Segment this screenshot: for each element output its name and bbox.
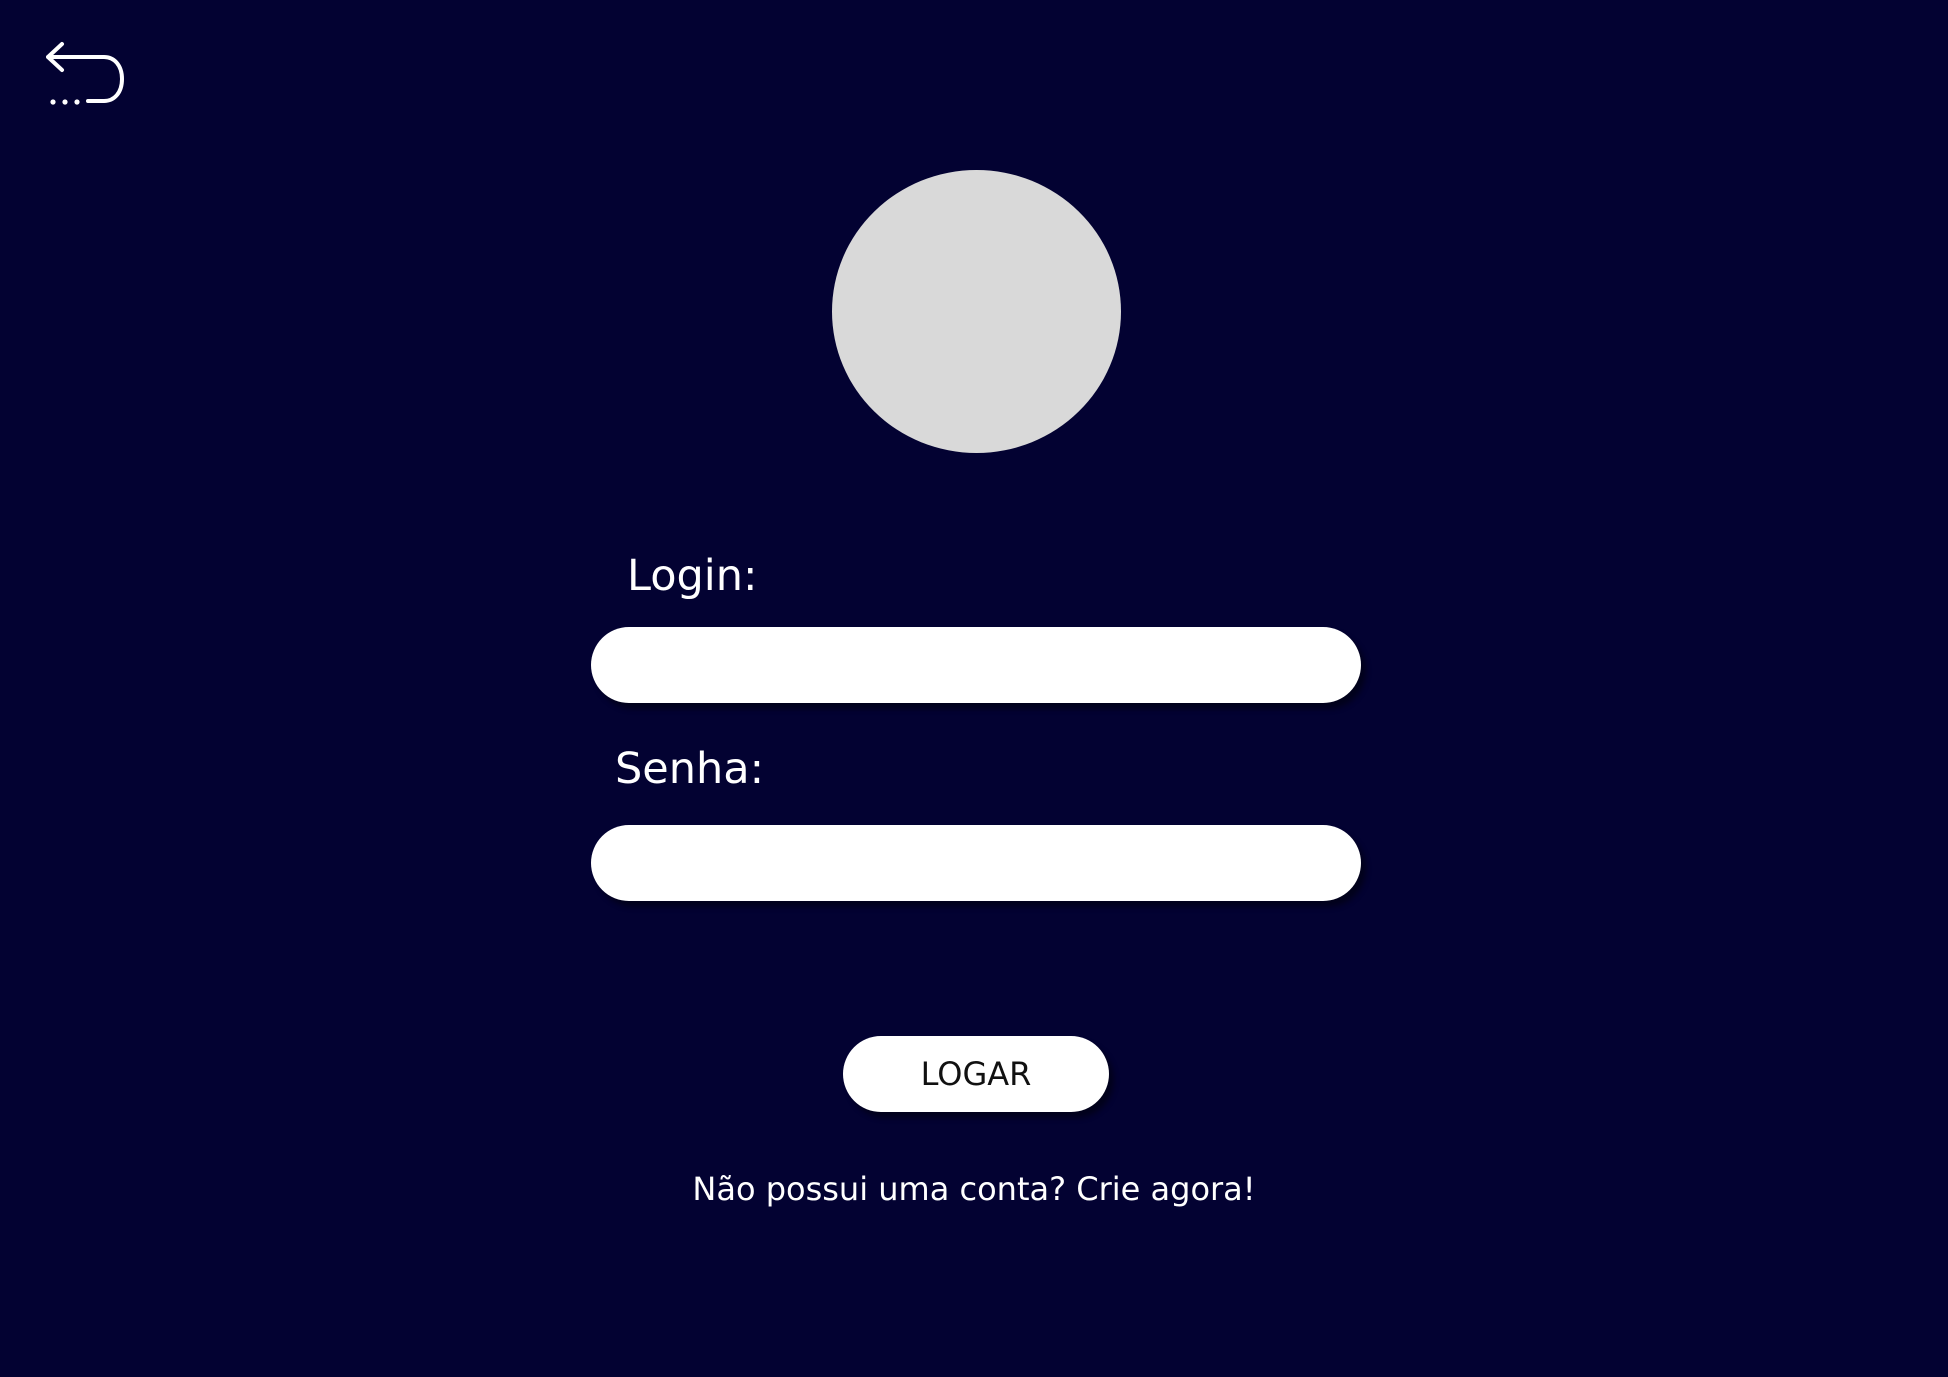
- login-label: Login:: [627, 551, 758, 601]
- senha-input[interactable]: [591, 825, 1361, 901]
- avatar: [832, 170, 1121, 453]
- signup-link[interactable]: Não possui uma conta? Crie agora!: [0, 1173, 1948, 1205]
- senha-label: Senha:: [615, 744, 765, 794]
- undo-arrow-icon: [46, 42, 124, 105]
- login-button[interactable]: LOGAR: [843, 1036, 1109, 1112]
- back-button[interactable]: [46, 40, 126, 112]
- login-input[interactable]: [591, 627, 1361, 703]
